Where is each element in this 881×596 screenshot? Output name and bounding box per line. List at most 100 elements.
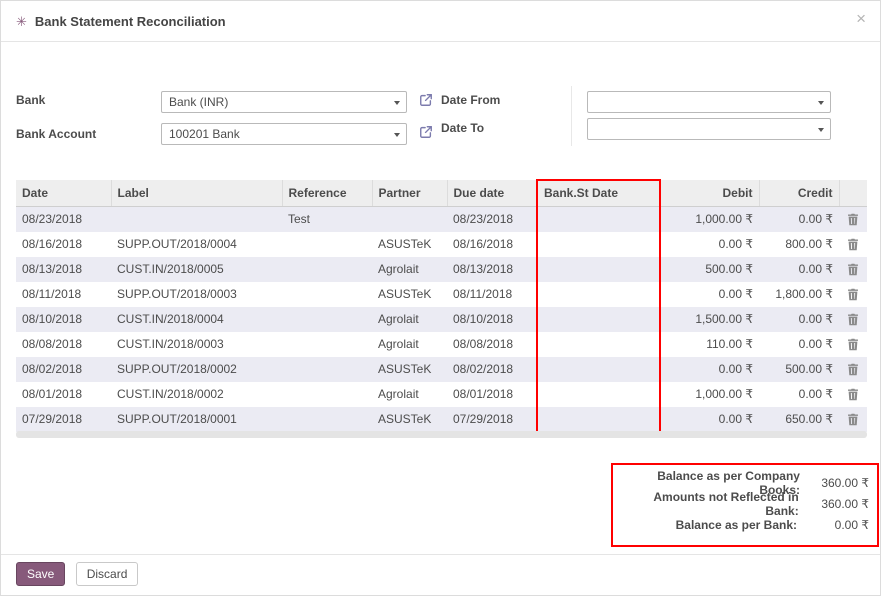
bank-select-value: Bank (INR) xyxy=(169,95,228,109)
cell-bank-st-date xyxy=(537,257,660,282)
caret-down-icon xyxy=(394,133,400,137)
cell-date: 07/29/2018 xyxy=(16,407,111,432)
bank-account-select[interactable]: 100201 Bank xyxy=(161,123,407,145)
cell-reference: Test xyxy=(282,207,372,233)
trash-icon xyxy=(847,212,859,226)
delete-row-button[interactable] xyxy=(839,357,867,382)
external-link-icon[interactable] xyxy=(419,93,433,107)
cell-due-date: 08/23/2018 xyxy=(447,207,537,233)
external-link-icon[interactable] xyxy=(419,125,433,139)
cell-credit: 1,800.00 ₹ xyxy=(759,282,839,307)
cell-debit: 0.00 ₹ xyxy=(660,357,759,382)
col-header-date[interactable]: Date xyxy=(16,180,111,207)
delete-row-button[interactable] xyxy=(839,232,867,257)
cell-due-date: 08/11/2018 xyxy=(447,282,537,307)
save-button[interactable]: Save xyxy=(16,562,65,586)
cell-date: 08/08/2018 xyxy=(16,332,111,357)
col-header-debit[interactable]: Debit xyxy=(660,180,759,207)
summary-box: Balance as per Company Books: 360.00 ₹ A… xyxy=(611,463,879,547)
cell-credit: 0.00 ₹ xyxy=(759,207,839,233)
cell-due-date: 08/13/2018 xyxy=(447,257,537,282)
table-row[interactable]: 08/01/2018CUST.IN/2018/0002Agrolait08/01… xyxy=(16,382,867,407)
summary-value: 360.00 ₹ xyxy=(800,476,869,490)
delete-row-button[interactable] xyxy=(839,257,867,282)
cell-partner: Agrolait xyxy=(372,332,447,357)
col-header-reference[interactable]: Reference xyxy=(282,180,372,207)
delete-row-button[interactable] xyxy=(839,207,867,233)
cell-reference xyxy=(282,407,372,432)
bank-select[interactable]: Bank (INR) xyxy=(161,91,407,113)
cell-bank-st-date xyxy=(537,357,660,382)
date-to-select[interactable] xyxy=(587,118,831,140)
bank-reconciliation-modal: ✳ Bank Statement Reconciliation × Bank B… xyxy=(0,0,881,596)
cell-due-date: 08/01/2018 xyxy=(447,382,537,407)
cell-credit: 0.00 ₹ xyxy=(759,332,839,357)
cell-debit: 0.00 ₹ xyxy=(660,232,759,257)
table-row[interactable]: 08/13/2018CUST.IN/2018/0005Agrolait08/13… xyxy=(16,257,867,282)
table-row[interactable]: 08/08/2018CUST.IN/2018/0003Agrolait08/08… xyxy=(16,332,867,357)
trash-icon xyxy=(847,287,859,301)
cell-reference xyxy=(282,332,372,357)
cell-partner: ASUSTeK xyxy=(372,282,447,307)
cell-bank-st-date xyxy=(537,307,660,332)
table-scrollbar[interactable] xyxy=(16,431,867,438)
date-from-select[interactable] xyxy=(587,91,831,113)
cell-due-date: 08/08/2018 xyxy=(447,332,537,357)
caret-down-icon xyxy=(818,101,824,105)
caret-down-icon xyxy=(818,128,824,132)
trash-icon xyxy=(847,337,859,351)
cell-debit: 1,000.00 ₹ xyxy=(660,207,759,233)
cell-partner: ASUSTeK xyxy=(372,407,447,432)
cell-label: SUPP.OUT/2018/0002 xyxy=(111,357,282,382)
cell-debit: 0.00 ₹ xyxy=(660,407,759,432)
summary-label: Amounts not Reflected in Bank: xyxy=(621,490,799,518)
close-icon[interactable]: × xyxy=(856,10,866,27)
cell-debit: 0.00 ₹ xyxy=(660,282,759,307)
trash-icon xyxy=(847,237,859,251)
col-header-credit[interactable]: Credit xyxy=(759,180,839,207)
cell-reference xyxy=(282,357,372,382)
cell-debit: 110.00 ₹ xyxy=(660,332,759,357)
bank-label: Bank xyxy=(16,93,45,107)
table-row[interactable]: 07/29/2018SUPP.OUT/2018/0001ASUSTeK07/29… xyxy=(16,407,867,432)
col-header-label[interactable]: Label xyxy=(111,180,282,207)
cell-debit: 500.00 ₹ xyxy=(660,257,759,282)
trash-icon xyxy=(847,312,859,326)
trash-icon xyxy=(847,262,859,276)
table-body: 08/23/2018Test08/23/20181,000.00 ₹0.00 ₹… xyxy=(16,207,867,433)
col-header-actions xyxy=(839,180,867,207)
cell-date: 08/13/2018 xyxy=(16,257,111,282)
col-header-due-date[interactable]: Due date xyxy=(447,180,537,207)
cell-credit: 650.00 ₹ xyxy=(759,407,839,432)
cell-credit: 0.00 ₹ xyxy=(759,382,839,407)
cell-reference xyxy=(282,282,372,307)
col-header-partner[interactable]: Partner xyxy=(372,180,447,207)
cell-date: 08/16/2018 xyxy=(16,232,111,257)
delete-row-button[interactable] xyxy=(839,382,867,407)
col-header-bank-st-date[interactable]: Bank.St Date xyxy=(537,180,660,207)
cell-debit: 1,500.00 ₹ xyxy=(660,307,759,332)
table-row[interactable]: 08/16/2018SUPP.OUT/2018/0004ASUSTeK08/16… xyxy=(16,232,867,257)
caret-down-icon xyxy=(394,101,400,105)
delete-row-button[interactable] xyxy=(839,307,867,332)
cell-credit: 0.00 ₹ xyxy=(759,257,839,282)
cell-label: SUPP.OUT/2018/0001 xyxy=(111,407,282,432)
cell-credit: 0.00 ₹ xyxy=(759,307,839,332)
discard-button[interactable]: Discard xyxy=(76,562,139,586)
date-to-label: Date To xyxy=(441,121,484,135)
table-row[interactable]: 08/02/2018SUPP.OUT/2018/0002ASUSTeK08/02… xyxy=(16,357,867,382)
delete-row-button[interactable] xyxy=(839,407,867,432)
cell-bank-st-date xyxy=(537,332,660,357)
delete-row-button[interactable] xyxy=(839,332,867,357)
cell-reference xyxy=(282,257,372,282)
cell-date: 08/01/2018 xyxy=(16,382,111,407)
table-row[interactable]: 08/23/2018Test08/23/20181,000.00 ₹0.00 ₹ xyxy=(16,207,867,233)
cell-bank-st-date xyxy=(537,382,660,407)
cell-due-date: 08/10/2018 xyxy=(447,307,537,332)
table-header-row: Date Label Reference Partner Due date Ba… xyxy=(16,180,867,207)
delete-row-button[interactable] xyxy=(839,282,867,307)
table-row[interactable]: 08/10/2018CUST.IN/2018/0004Agrolait08/10… xyxy=(16,307,867,332)
cell-reference xyxy=(282,232,372,257)
table-row[interactable]: 08/11/2018SUPP.OUT/2018/0003ASUSTeK08/11… xyxy=(16,282,867,307)
modal-footer: Save Discard xyxy=(1,554,880,596)
